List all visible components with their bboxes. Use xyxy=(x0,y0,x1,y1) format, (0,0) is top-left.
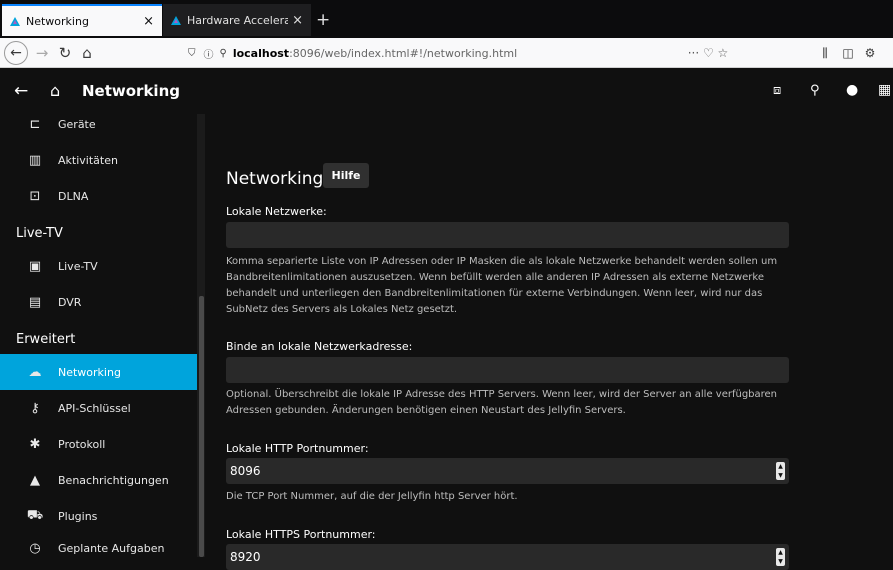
sidebar-scrollbar-thumb[interactable] xyxy=(199,296,204,557)
bind-address-input[interactable] xyxy=(226,357,789,383)
new-tab-button[interactable]: + xyxy=(316,10,330,30)
tab-title: Hardware Acceleration | xyxy=(187,13,289,27)
user-icon[interactable]: ● xyxy=(846,82,858,98)
sidebar-item-label: Networking xyxy=(58,365,121,379)
sidebar-item-label: DVR xyxy=(58,295,82,309)
forward-button[interactable]: → xyxy=(32,38,52,68)
sidebar-item-label: Plugins xyxy=(58,509,98,523)
reload-icon: ↻ xyxy=(58,44,72,62)
jellyfin-logo-icon xyxy=(10,16,20,26)
number-spinner-icon[interactable]: ▲ ▼ xyxy=(776,548,785,566)
http-port-value: 8096 xyxy=(230,464,261,478)
bell-icon: ▲ xyxy=(30,472,40,488)
dashboard-icon[interactable]: ▦ xyxy=(878,82,891,98)
sidebar-item-label: Benachrichtigungen xyxy=(58,473,169,487)
activity-icon: ▥ xyxy=(28,152,42,168)
tab-title: Networking xyxy=(26,14,89,28)
search-icon[interactable]: ⚲ xyxy=(810,83,820,98)
local-networks-help: Komma separierte Liste von IP Adressen o… xyxy=(226,256,778,315)
cart-icon: ⛟ xyxy=(26,507,44,523)
tab-hardware-acceleration[interactable]: Hardware Acceleration | × xyxy=(163,4,311,36)
sidebar-item-label: Protokoll xyxy=(58,437,106,451)
browser-tab-bar: Networking × Hardware Acceleration | × + xyxy=(0,0,893,38)
sidebar-item-label: Geplante Aufgaben xyxy=(58,541,165,555)
back-icon[interactable]: ← xyxy=(14,81,28,101)
library-icon[interactable]: ⫼ xyxy=(815,38,835,68)
url-bar[interactable]: ⛉ ⓘ ⚲ localhost:8096/web/index.html#!/ne… xyxy=(180,41,740,65)
http-port-label: Lokale HTTP Portnummer: xyxy=(226,442,369,455)
tab-close-icon[interactable]: × xyxy=(292,13,303,28)
reload-button[interactable]: ↻ xyxy=(54,38,76,68)
sidebar-item-devices[interactable]: ⊏ Geräte xyxy=(0,106,197,142)
number-spinner-icon[interactable]: ▲ ▼ xyxy=(776,462,785,480)
main-content: Networking Hilfe Lokale Netzwerke: Komma… xyxy=(205,114,893,570)
page-actions[interactable]: ··· ♡ ☆ xyxy=(676,38,740,68)
back-button[interactable]: ← xyxy=(2,38,30,68)
help-button[interactable]: Hilfe xyxy=(323,163,369,188)
home-button[interactable]: ⌂ xyxy=(76,38,98,68)
http-port-input[interactable]: 8096 ▲ ▼ xyxy=(226,458,789,484)
header-title: Networking xyxy=(82,82,180,100)
cast-icon[interactable]: ⧈ xyxy=(773,83,781,98)
page-title: Networking xyxy=(226,169,324,189)
url-host: localhost xyxy=(232,46,290,60)
forward-arrow-icon: → xyxy=(35,44,49,62)
https-port-label: Lokale HTTPS Portnummer: xyxy=(226,528,376,541)
bind-address-help: Optional. Überschreibt die lokale IP Adr… xyxy=(226,389,778,416)
shield-icon: ⛉ xyxy=(188,47,196,59)
bug-icon: ✱ xyxy=(29,436,41,452)
dvr-icon: ▤ xyxy=(28,294,42,310)
local-networks-input[interactable] xyxy=(226,222,789,248)
tab-networking[interactable]: Networking × xyxy=(2,4,162,36)
sidebar-item-label: Geräte xyxy=(58,117,96,131)
cloud-icon: ☁ xyxy=(28,364,42,380)
sidebar-toggle-icon[interactable]: ◫ xyxy=(838,38,858,68)
tv-icon: ▣ xyxy=(28,258,42,274)
section-livetv: Live-TV xyxy=(16,226,63,241)
sidebar-item-logs[interactable]: ✱ Protokoll xyxy=(0,426,197,462)
http-port-help: Die TCP Port Nummer, auf die der Jellyfi… xyxy=(226,491,518,502)
permissions-icon: ⚲ xyxy=(219,47,227,59)
url-path: :8096/web/index.html#!/networking.html xyxy=(289,46,518,60)
sidebar-item-dvr[interactable]: ▤ DVR xyxy=(0,284,197,320)
sidebar: ⊏ Geräte ▥ Aktivitäten ⊡ DLNA Live-TV ▣ … xyxy=(0,114,197,557)
sidebar-item-networking[interactable]: ☁ Networking xyxy=(0,354,197,390)
browser-nav-bar: ← → ↻ ⌂ ⛉ ⓘ ⚲ localhost:8096/web/index.h… xyxy=(0,38,893,68)
home-icon: ⌂ xyxy=(82,44,92,62)
sidebar-item-plugins[interactable]: ⛟ Plugins xyxy=(0,498,197,534)
bind-address-label: Binde an lokale Netzwerkadresse: xyxy=(226,340,413,353)
local-networks-label: Lokale Netzwerke: xyxy=(226,205,327,218)
devices-icon: ⊏ xyxy=(29,116,41,132)
sidebar-item-api-keys[interactable]: ⚷ API-Schlüssel xyxy=(0,390,197,426)
section-advanced: Erweitert xyxy=(16,332,76,347)
info-icon: ⓘ xyxy=(203,49,214,61)
sidebar-item-activity[interactable]: ▥ Aktivitäten xyxy=(0,142,197,178)
back-arrow-icon: ← xyxy=(4,41,28,65)
https-port-value: 8920 xyxy=(230,550,261,564)
jellyfin-logo-icon xyxy=(171,15,181,25)
https-port-input[interactable]: 8920 ▲ ▼ xyxy=(226,544,789,570)
dlna-icon: ⊡ xyxy=(29,188,41,204)
home-icon[interactable]: ⌂ xyxy=(50,81,60,100)
key-icon: ⚷ xyxy=(30,400,40,416)
tab-close-icon[interactable]: × xyxy=(143,14,154,29)
sidebar-item-notifications[interactable]: ▲ Benachrichtigungen xyxy=(0,462,197,498)
clock-icon: ◷ xyxy=(29,540,41,556)
sidebar-item-livetv[interactable]: ▣ Live-TV xyxy=(0,248,197,284)
extension-icon[interactable]: ⚙ xyxy=(860,38,880,68)
sidebar-item-label: Aktivitäten xyxy=(58,153,118,167)
sidebar-item-dlna[interactable]: ⊡ DLNA xyxy=(0,178,197,214)
sidebar-item-label: API-Schlüssel xyxy=(58,401,131,415)
sidebar-item-label: Live-TV xyxy=(58,259,98,273)
sidebar-item-scheduled-tasks[interactable]: ◷ Geplante Aufgaben xyxy=(0,530,197,566)
sidebar-item-label: DLNA xyxy=(58,189,89,203)
